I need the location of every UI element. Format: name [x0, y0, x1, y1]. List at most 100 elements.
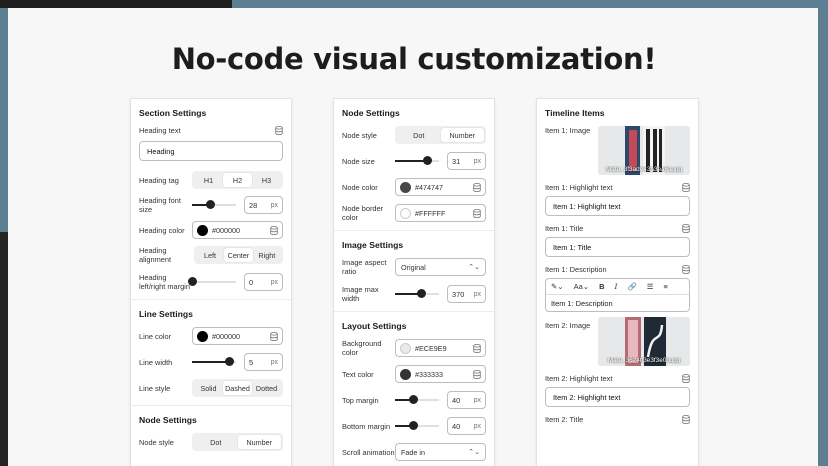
- item1-desc-editor[interactable]: ✎⌄ Aa ⌄ B I 🔗 ☰ ≡ Item 1: Description: [545, 278, 690, 312]
- database-icon[interactable]: [682, 224, 690, 233]
- italic-icon[interactable]: I: [614, 282, 617, 291]
- node-style-dot[interactable]: Dot: [194, 435, 238, 449]
- bg-color-label: Background color: [342, 339, 382, 357]
- color-swatch[interactable]: [400, 181, 411, 193]
- node-size-label: Node size: [342, 156, 375, 166]
- text-color-label: Text color: [342, 369, 374, 379]
- database-icon[interactable]: [682, 183, 690, 192]
- scroll-animation-select[interactable]: Fade in ⌃⌄: [395, 443, 486, 461]
- item2-highlight-label: Item 2: Highlight text: [545, 374, 613, 383]
- bottom-margin-input[interactable]: 40 px: [447, 417, 486, 435]
- node-color-input[interactable]: #474747: [395, 178, 486, 196]
- bold-icon[interactable]: B: [599, 282, 604, 291]
- heading-tag-h3[interactable]: H3: [252, 173, 281, 187]
- node-style-number[interactable]: Number: [237, 435, 281, 449]
- item1-desc-value[interactable]: Item 1: Description: [546, 295, 689, 311]
- top-margin-input[interactable]: 40 px: [447, 391, 486, 409]
- image-settings-title: Image Settings: [342, 240, 404, 250]
- align-right[interactable]: Right: [253, 248, 281, 262]
- line-style-label: Line style: [139, 383, 171, 393]
- heading-text-label: Heading text: [139, 126, 181, 135]
- timeline-items-panel: Timeline Items Item 1: Image Mate_3f3ade…: [536, 98, 699, 466]
- align-center[interactable]: Center: [224, 248, 253, 262]
- item1-desc-label: Item 1: Description: [545, 265, 607, 274]
- item2-image-thumbnail[interactable]: Mate_3624ff3e3f3e0b.jpg: [598, 317, 690, 366]
- item1-image-thumbnail[interactable]: Mate_3f3ade43a3ea6a.jpg: [598, 126, 690, 175]
- database-icon[interactable]: [682, 415, 690, 424]
- heading-tag-h1[interactable]: H1: [194, 173, 223, 187]
- link-icon[interactable]: 🔗: [627, 282, 636, 291]
- heading-tag-h2[interactable]: H2: [223, 173, 252, 187]
- node-style-dot[interactable]: Dot: [397, 128, 441, 142]
- line-style-dotted[interactable]: Dotted: [252, 381, 281, 395]
- node-settings-title: Node Settings: [139, 415, 197, 425]
- magic-wand-icon[interactable]: ✎⌄: [551, 282, 564, 291]
- numbered-list-icon[interactable]: ≡: [664, 282, 668, 291]
- item2-highlight-input[interactable]: Item 2: Highlight text: [545, 387, 690, 407]
- image-max-width-input[interactable]: 370 px: [447, 285, 486, 303]
- bullet-list-icon[interactable]: ☰: [647, 282, 654, 291]
- node-style-number[interactable]: Number: [440, 128, 484, 142]
- line-style-solid[interactable]: Solid: [194, 381, 223, 395]
- divider: [131, 405, 291, 406]
- unit-label: px: [270, 278, 278, 286]
- text-color-value: #333333: [415, 369, 443, 379]
- heading-margin-input[interactable]: 0 px: [244, 273, 283, 291]
- item2-image-label: Item 2: Image: [545, 321, 591, 330]
- text-color-input[interactable]: #333333: [395, 365, 486, 383]
- heading-margin-slider[interactable]: [188, 277, 236, 287]
- color-swatch[interactable]: [197, 224, 208, 236]
- image-aspect-value: Original: [401, 262, 426, 272]
- line-style-toggle: Solid Dashed Dotted: [192, 379, 283, 397]
- database-icon[interactable]: [473, 208, 481, 218]
- text-format-menu[interactable]: Aa ⌄: [574, 282, 589, 291]
- node-layout-settings-panel: Node Settings Node style Dot Number Node…: [333, 98, 495, 466]
- image-aspect-select[interactable]: Original ⌃⌄: [395, 258, 486, 276]
- line-color-label: Line color: [139, 331, 172, 341]
- line-style-dashed[interactable]: Dashed: [223, 381, 252, 395]
- database-icon[interactable]: [682, 374, 690, 383]
- heading-color-value: #000000: [212, 225, 240, 235]
- align-left[interactable]: Left: [196, 248, 224, 262]
- divider: [334, 311, 494, 312]
- heading-color-input[interactable]: #000000: [192, 221, 283, 239]
- node-border-color-input[interactable]: #FFFFFF: [395, 204, 486, 222]
- color-swatch[interactable]: [400, 368, 411, 380]
- node-color-label: Node color: [342, 182, 378, 192]
- line-settings-title: Line Settings: [139, 309, 193, 319]
- line-width-input[interactable]: 5 px: [244, 353, 283, 371]
- unit-label: px: [473, 422, 481, 430]
- image-max-width-value: 370: [452, 289, 465, 299]
- node-size-input[interactable]: 31 px: [447, 152, 486, 170]
- database-icon[interactable]: [682, 265, 690, 274]
- database-icon[interactable]: [473, 343, 481, 353]
- item1-title-input[interactable]: Item 1: Title: [545, 237, 690, 257]
- chevron-updown-icon: ⌃⌄: [468, 449, 480, 456]
- database-icon[interactable]: [270, 331, 278, 341]
- color-swatch[interactable]: [400, 207, 411, 219]
- heading-text-input[interactable]: Heading: [139, 141, 283, 161]
- item1-image-caption: Mate_3f3ade43a3ea6a.jpg: [605, 166, 683, 173]
- color-swatch[interactable]: [197, 330, 208, 342]
- timeline-items-title: Timeline Items: [545, 108, 605, 118]
- image-max-width-slider[interactable]: [395, 289, 439, 299]
- heading-font-size-slider[interactable]: [192, 200, 236, 210]
- heading-font-size-input[interactable]: 28 px: [244, 196, 283, 214]
- node-style-label: Node style: [342, 130, 377, 140]
- line-width-slider[interactable]: [192, 357, 236, 367]
- unit-label: px: [270, 201, 278, 209]
- color-swatch[interactable]: [400, 342, 411, 354]
- line-color-input[interactable]: #000000: [192, 327, 283, 345]
- database-icon[interactable]: [473, 369, 481, 379]
- node-style-toggle: Dot Number: [192, 433, 283, 451]
- bottom-margin-slider[interactable]: [395, 421, 439, 431]
- scroll-animation-label: Scroll animation: [342, 447, 395, 457]
- top-margin-slider[interactable]: [395, 395, 439, 405]
- database-icon[interactable]: [270, 225, 278, 235]
- heading-margin-label: Heading left/right margin: [139, 273, 190, 291]
- item1-highlight-input[interactable]: Item 1: Highlight text: [545, 196, 690, 216]
- database-icon[interactable]: [275, 126, 283, 135]
- database-icon[interactable]: [473, 182, 481, 192]
- node-size-slider[interactable]: [395, 156, 439, 166]
- bg-color-input[interactable]: #ECE9E9: [395, 339, 486, 357]
